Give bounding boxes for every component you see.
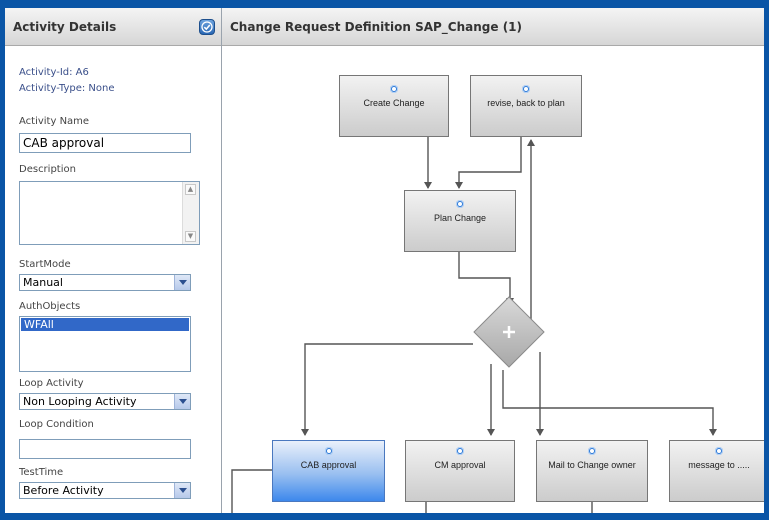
connector <box>231 469 272 513</box>
start-mode-value: Manual <box>23 276 63 289</box>
panel-title: Activity Details <box>13 20 117 34</box>
check-icon[interactable] <box>199 19 215 35</box>
activity-id: Activity-Id: A6 <box>19 67 89 78</box>
gear-icon <box>588 447 596 455</box>
loop-condition-label: Loop Condition <box>19 419 94 430</box>
workflow-canvas[interactable]: Create Change revise, back to plan Plan … <box>222 46 764 513</box>
gear-icon <box>390 85 398 93</box>
node-create-change[interactable]: Create Change <box>339 75 449 137</box>
gear-icon <box>522 85 530 93</box>
panel-title: Change Request Definition SAP_Change (1) <box>230 20 523 34</box>
node-label: revise, back to plan <box>487 98 565 108</box>
start-mode-label: StartMode <box>19 259 71 270</box>
loop-activity-value: Non Looping Activity <box>23 395 137 408</box>
node-cm-approval[interactable]: CM approval <box>405 440 515 502</box>
gear-icon <box>715 447 723 455</box>
connector <box>455 137 522 189</box>
test-time-label: TestTime <box>19 467 64 478</box>
loop-activity-label: Loop Activity <box>19 378 84 389</box>
node-label: Create Change <box>363 98 425 108</box>
description-textarea[interactable]: ▲ ▼ <box>19 181 200 245</box>
node-label: message to ..... <box>688 460 750 470</box>
activity-name-input[interactable] <box>19 133 191 153</box>
activity-details-header: Activity Details <box>5 8 221 46</box>
chevron-down-icon[interactable] <box>174 394 190 409</box>
connector <box>301 343 473 436</box>
loop-activity-select[interactable]: Non Looping Activity <box>19 393 191 410</box>
start-mode-select[interactable]: Manual <box>19 274 191 291</box>
node-mail-to-change-owner[interactable]: Mail to Change owner <box>536 440 648 502</box>
loop-condition-input[interactable] <box>19 439 191 459</box>
description-scrollbar[interactable]: ▲ ▼ <box>182 182 199 244</box>
test-time-value: Before Activity <box>23 484 104 497</box>
test-time-select[interactable]: Before Activity <box>19 482 191 499</box>
node-message-to[interactable]: message to ..... <box>669 440 764 502</box>
chevron-down-icon[interactable] <box>174 483 190 498</box>
node-plan-change[interactable]: Plan Change <box>404 190 516 252</box>
node-label: Mail to Change owner <box>548 460 636 470</box>
scroll-up-icon[interactable]: ▲ <box>185 184 196 195</box>
connector <box>502 370 717 436</box>
gear-icon <box>456 447 464 455</box>
gear-icon <box>456 200 464 208</box>
activity-details-panel: Activity Details Activity-Id: A6 Activit… <box>5 8 222 513</box>
node-cab-approval[interactable]: CAB approval <box>272 440 385 502</box>
scroll-down-icon[interactable]: ▼ <box>185 231 196 242</box>
diagram-header: Change Request Definition SAP_Change (1) <box>222 8 764 46</box>
activity-name-label: Activity Name <box>19 116 90 127</box>
node-label: CM approval <box>434 460 486 470</box>
description-label: Description <box>19 164 76 175</box>
chevron-down-icon[interactable] <box>174 275 190 290</box>
node-label: Plan Change <box>433 213 487 223</box>
list-item[interactable]: WFAll <box>21 318 189 331</box>
parallel-gateway[interactable] <box>472 295 546 369</box>
activity-type: Activity-Type: None <box>19 83 115 94</box>
auth-objects-list[interactable]: WFAll <box>19 316 191 372</box>
auth-objects-label: AuthObjects <box>19 301 81 312</box>
node-label: CAB approval <box>300 460 357 470</box>
node-revise-back-to-plan[interactable]: revise, back to plan <box>470 75 582 137</box>
gear-icon <box>324 447 333 455</box>
